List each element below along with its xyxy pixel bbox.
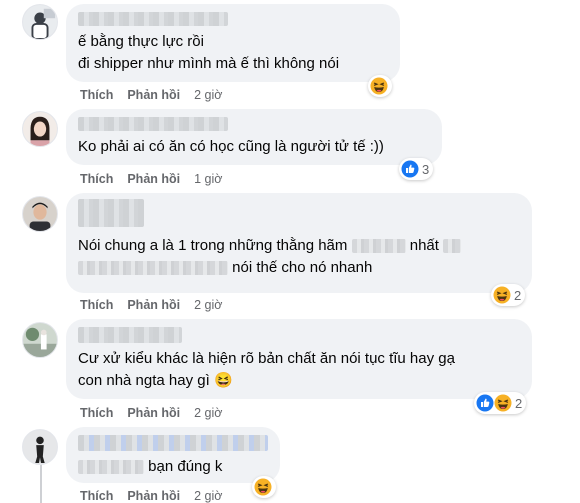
comment-actions: Thích Phản hồi 2 giờ [80,406,222,420]
comment-text: bạn đúng k [78,456,268,478]
comment-text: đi shipper như mình mà ế thì không nói [78,55,340,72]
reply-button[interactable]: Phản hồi [127,88,180,102]
timestamp[interactable]: 2 giờ [194,88,222,102]
like-button[interactable]: Thích [80,298,113,312]
haha-reaction-icon [494,394,512,412]
avatar[interactable] [22,322,58,358]
haha-reaction-icon [370,77,388,95]
comment-bubble: Ko phải ai có ăn có học cũng là người tử… [66,109,442,165]
timestamp[interactable]: 2 giờ [194,489,222,503]
reaction-count: 2 [515,395,523,411]
comment-text-part: nhất [409,237,439,254]
timestamp[interactable]: 2 giờ [194,406,222,420]
reaction-count: 3 [422,161,430,177]
comment-actions: Thích Phản hồi 2 giờ [80,489,222,503]
comment-text: Cư xử kiểu khác là hiện rõ bản chất ăn n… [78,350,455,367]
reply-button[interactable]: Phản hồi [127,172,180,186]
like-reaction-icon [401,160,419,178]
reply-button[interactable]: Phản hồi [127,406,180,420]
avatar[interactable] [22,429,58,465]
haha-reaction-icon [493,286,511,304]
comment-text-part: bạn đúng k [148,458,223,475]
comment-text: Nói chung a là 1 trong những thằng hãm n… [78,235,520,257]
reaction-count: 2 [514,287,522,303]
commenter-name-blurred[interactable] [78,327,182,343]
reaction-summary[interactable] [368,75,392,97]
reaction-summary[interactable]: 3 [399,158,434,180]
commenter-name-blurred[interactable] [78,117,228,131]
reaction-summary[interactable]: 2 [491,284,526,306]
like-button[interactable]: Thích [80,88,113,102]
censored-text [78,460,144,475]
censored-text [78,261,228,276]
comment-text: ế bằng thực lực rồi [78,33,204,50]
timestamp[interactable]: 1 giờ [194,172,222,186]
commenter-name-blurred[interactable] [78,199,144,227]
commenter-name-blurred[interactable] [78,435,268,451]
comment-text-part: Nói chung a là 1 trong những thằng hãm [78,237,348,254]
comment-text: nói thế cho nó nhanh [78,257,520,279]
avatar[interactable] [22,4,58,40]
censored-text [351,239,406,254]
comment-bubble: ế bằng thực lực rồi đi shipper như mình … [66,4,400,82]
avatar[interactable] [22,196,58,232]
avatar[interactable] [22,111,58,147]
censored-text [443,239,462,254]
reply-button[interactable]: Phản hồi [127,298,180,312]
reaction-summary[interactable] [252,476,276,498]
comment-bubble: bạn đúng k [66,427,280,483]
comment-actions: Thích Phản hồi 1 giờ [80,172,222,186]
comment-actions: Thích Phản hồi 2 giờ [80,298,222,312]
comment-text: Ko phải ai có ăn có học cũng là người tử… [78,138,384,155]
like-button[interactable]: Thích [80,172,113,186]
reaction-summary[interactable]: 2 [474,392,527,414]
comment-actions: Thích Phản hồi 2 giờ [80,88,222,102]
timestamp[interactable]: 2 giờ [194,298,222,312]
reply-button[interactable]: Phản hồi [127,489,180,503]
commenter-name-blurred[interactable] [78,12,228,26]
comment-bubble: Nói chung a là 1 trong những thằng hãm n… [66,193,532,293]
comment-text: con nhà ngta hay gì 😆 [78,372,233,389]
like-button[interactable]: Thích [80,489,113,503]
comment-text-part: nói thế cho nó nhanh [232,259,373,276]
haha-reaction-icon [254,478,272,496]
comment-bubble: Cư xử kiểu khác là hiện rõ bản chất ăn n… [66,319,532,399]
like-button[interactable]: Thích [80,406,113,420]
like-reaction-icon [476,394,494,412]
